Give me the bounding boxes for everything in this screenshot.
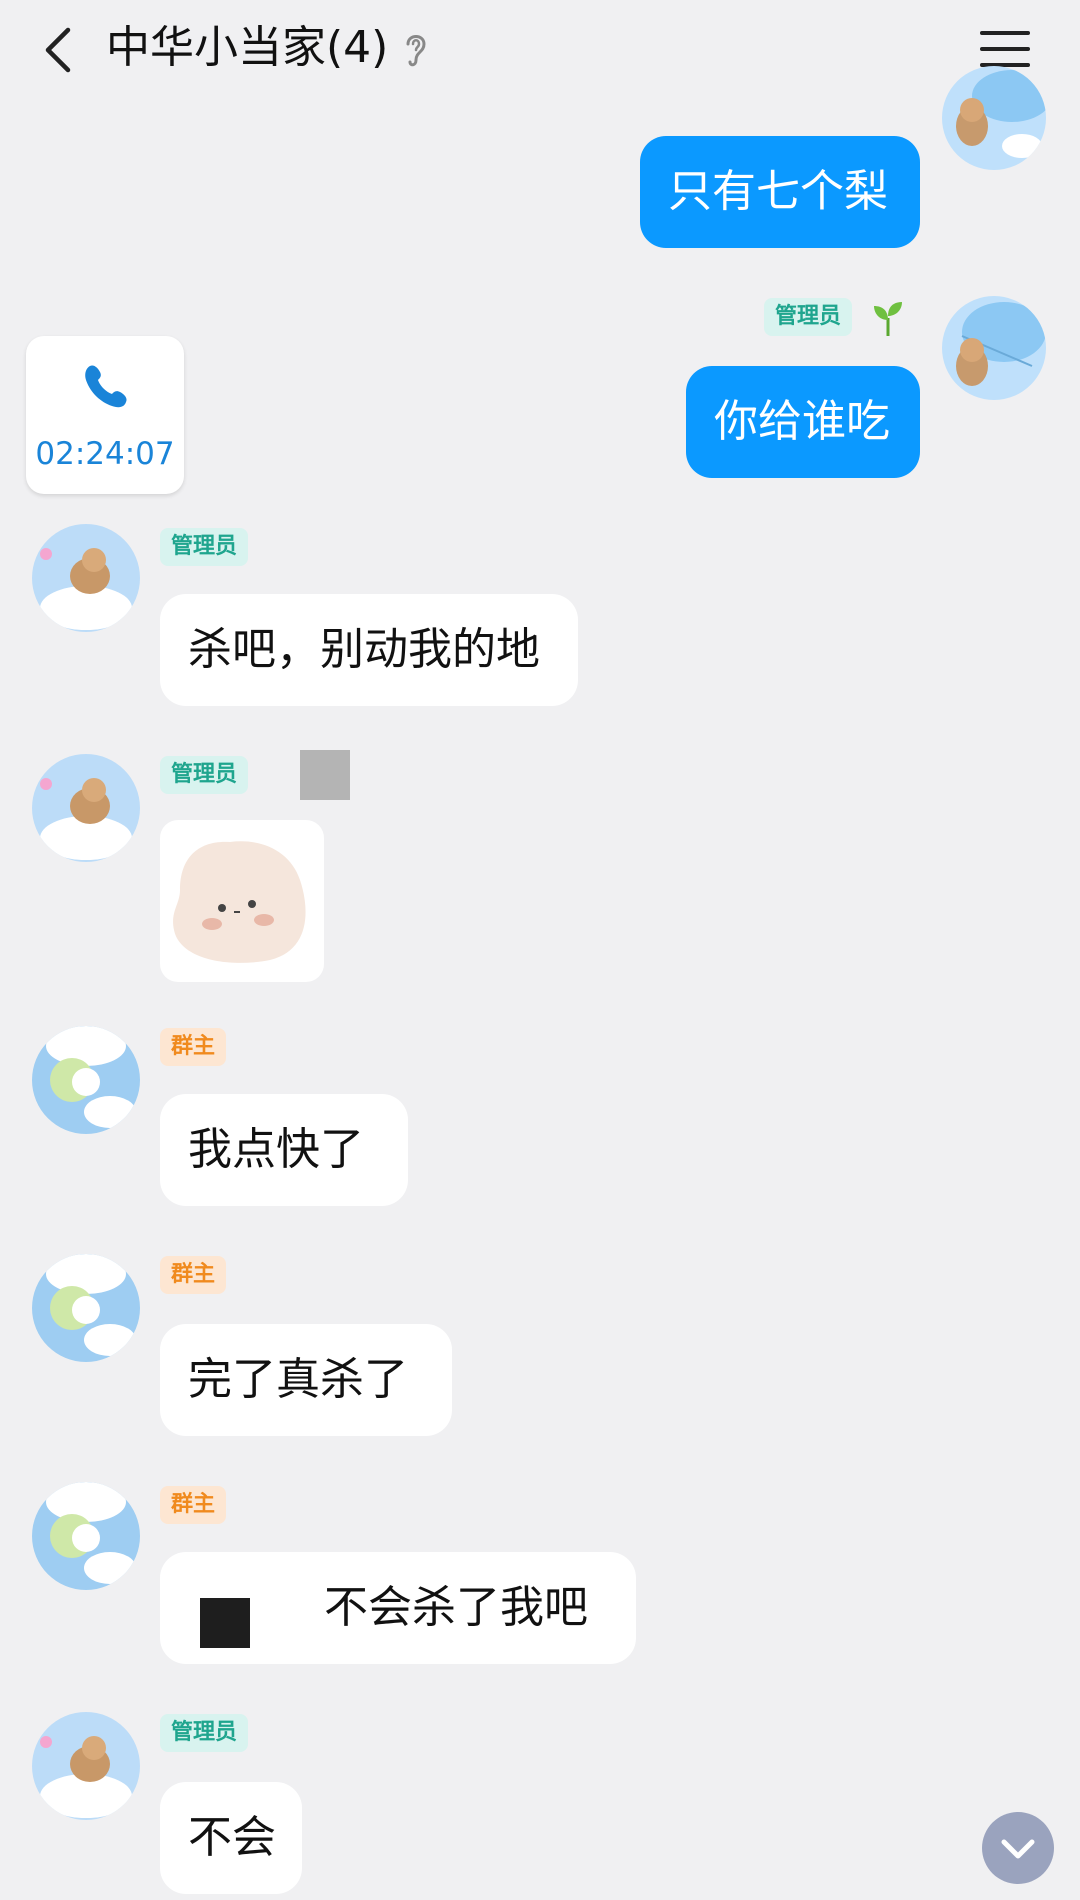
ear-icon[interactable] [402,30,430,70]
avatar[interactable] [32,1026,140,1134]
sprout-icon [874,302,902,336]
admin-badge: 管理员 [160,1714,249,1752]
avatar[interactable] [942,66,1046,170]
back-icon[interactable] [38,24,82,76]
sticker-image[interactable] [160,820,324,982]
hamburger-menu-icon[interactable] [980,28,1030,70]
admin-badge: 管理员 [160,528,249,566]
chat-title[interactable]: 中华小当家(4) [106,20,388,76]
message-bubble[interactable]: 完了真杀了 [160,1324,452,1436]
call-record-card[interactable]: 02:24:07 [26,336,184,494]
scroll-to-bottom-button[interactable] [982,1812,1054,1884]
owner-badge: 群主 [160,1486,227,1524]
message-bubble[interactable]: 我点快了 [160,1094,408,1206]
redacted-name [300,750,350,800]
call-duration: 02:24:07 [35,436,175,472]
avatar[interactable] [32,1482,140,1590]
message-bubble[interactable]: 杀吧，别动我的地 [160,594,578,706]
chevron-down-icon [1001,1839,1035,1859]
redacted-block [200,1598,250,1648]
avatar[interactable] [32,524,140,632]
avatar[interactable] [32,1712,140,1820]
message-bubble[interactable]: 不会 [160,1782,302,1894]
avatar[interactable] [32,1254,140,1362]
owner-badge: 群主 [160,1256,227,1294]
message-bubble[interactable]: 你给谁吃 [686,366,920,478]
admin-badge: 管理员 [160,756,249,794]
avatar[interactable] [32,754,140,862]
phone-icon [85,365,127,408]
message-text: 不会杀了我吧 [324,1582,588,1633]
admin-badge: 管理员 [764,298,853,336]
owner-badge: 群主 [160,1028,227,1066]
message-bubble[interactable]: 只有七个梨 [640,136,920,248]
avatar[interactable] [942,296,1046,400]
